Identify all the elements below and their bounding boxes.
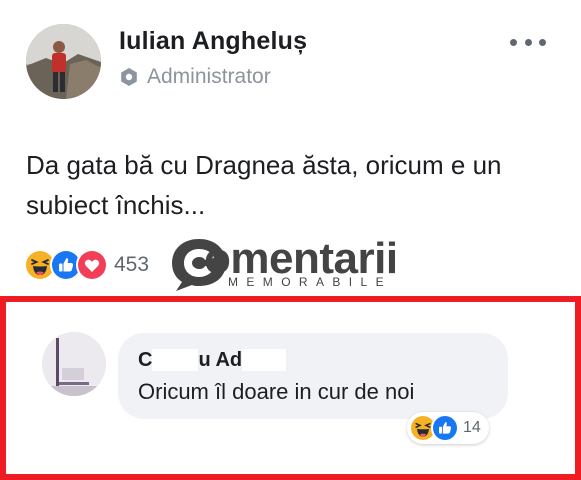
comment-text: Oricum îl doare in cur de noi: [138, 379, 415, 404]
like-reaction-icon: [431, 414, 459, 442]
comment-reactions[interactable]: 14: [407, 412, 489, 444]
watermark-subtitle: MEMORABILE: [228, 275, 393, 289]
commenter-name[interactable]: C u Ad: [138, 348, 287, 371]
post-text: Da gata bă cu Dragnea ăsta, oricum e un …: [26, 150, 502, 220]
author-avatar[interactable]: [26, 24, 101, 99]
facebook-post: Iulian Angheluș Administrator Da gata bă…: [0, 0, 581, 296]
commenter-name-start: C: [138, 348, 153, 371]
redaction-block: [242, 349, 287, 371]
redaction-block: [152, 349, 199, 371]
commenter-name-middle: u Ad: [198, 348, 243, 371]
watermark-logo: omentarii MEMORABILE: [168, 233, 418, 295]
admin-badge-icon: [121, 68, 137, 86]
more-options-icon[interactable]: [510, 36, 546, 48]
reaction-count[interactable]: 453: [114, 253, 149, 277]
love-reaction-icon: [76, 249, 108, 281]
post-reactions[interactable]: 453: [24, 248, 149, 282]
author-name[interactable]: Iulian Angheluș: [119, 27, 307, 56]
role-label: Administrator: [147, 65, 271, 88]
comment-bubble: C u Ad Oricum îl doare in cur de noi: [118, 333, 508, 419]
comment-reaction-count: 14: [463, 419, 481, 436]
author-role: Administrator: [119, 64, 271, 90]
commenter-avatar[interactable]: [42, 332, 106, 396]
